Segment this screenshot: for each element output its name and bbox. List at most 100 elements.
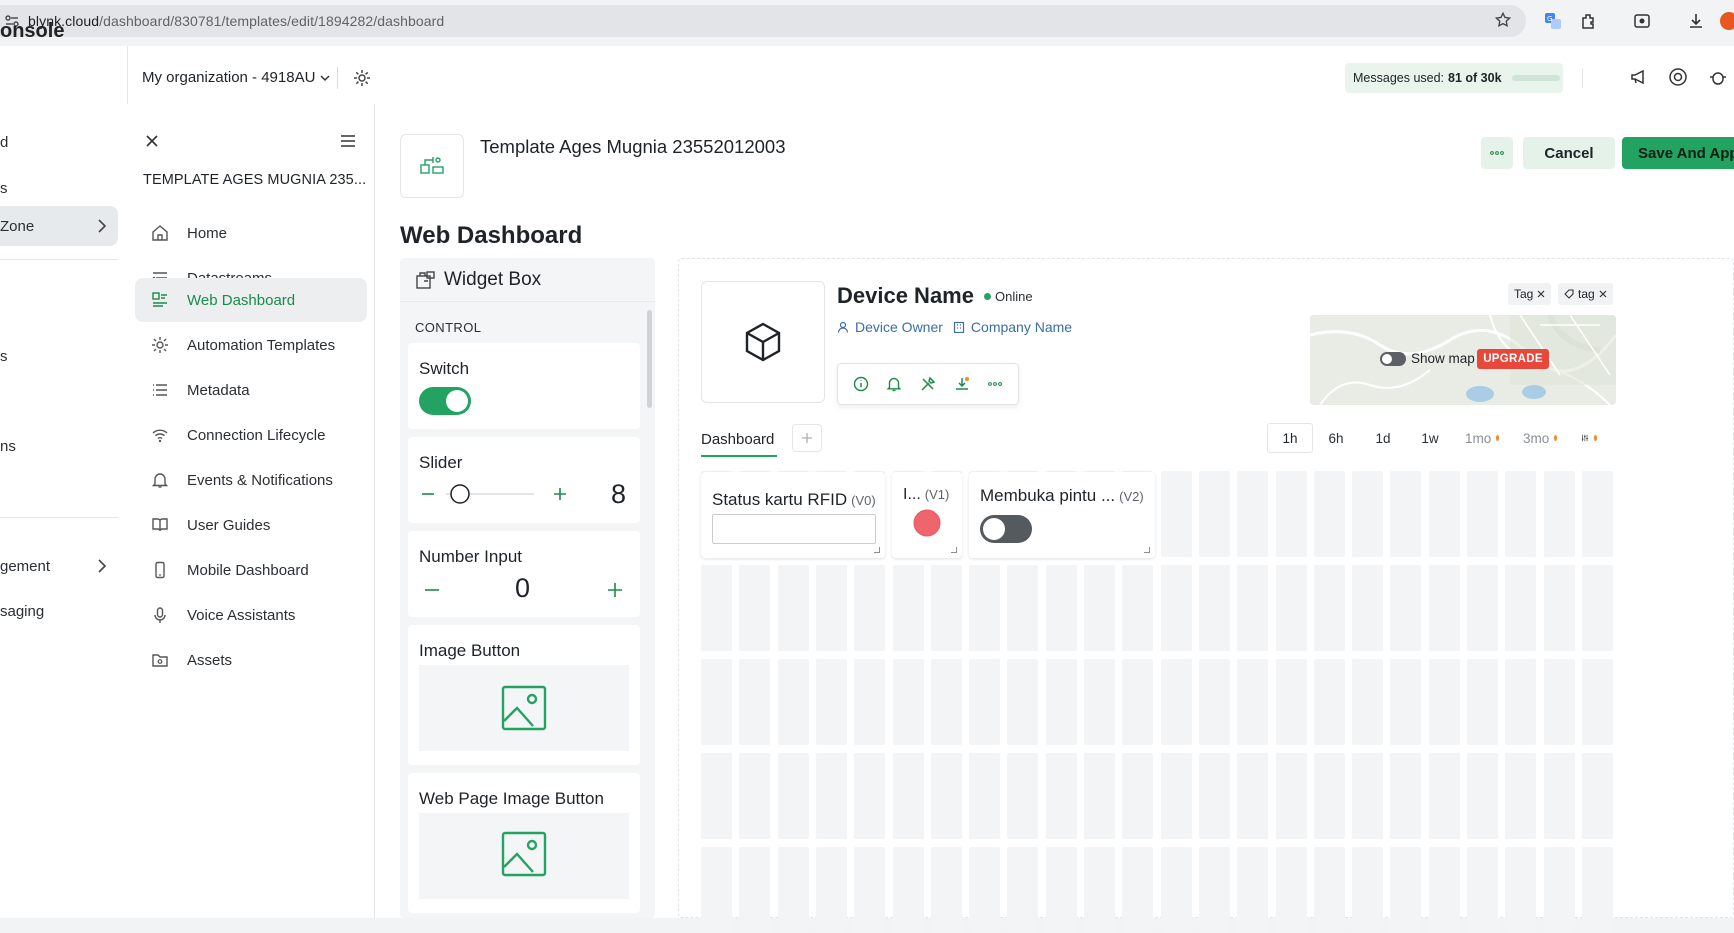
sidebar-item-user-guides[interactable]: User Guides: [135, 502, 367, 548]
map-preview: Show map UPGRADE: [1310, 315, 1616, 405]
sidebar-item-events-notifications[interactable]: Events & Notifications: [135, 457, 367, 503]
screen-capture-icon[interactable]: [1631, 10, 1653, 32]
main-nav-item[interactable]: s: [0, 180, 8, 197]
template-image[interactable]: [400, 134, 464, 198]
tools-icon[interactable]: [918, 374, 938, 394]
widget-pin: (V1): [924, 487, 950, 502]
sidebar-item-voice-assistants[interactable]: Voice Assistants: [135, 592, 367, 638]
page-title: Web Dashboard: [400, 222, 583, 249]
grid-cell: [1428, 471, 1460, 557]
range-1h[interactable]: 1h: [1267, 423, 1313, 453]
widget-box-scrollbar[interactable]: [647, 310, 652, 408]
grid-cell: [1313, 753, 1345, 839]
main-nav-item[interactable]: saging: [0, 603, 44, 620]
grid-cell: [1122, 565, 1154, 651]
main-nav-item[interactable]: d: [0, 134, 8, 151]
bug-icon[interactable]: [1708, 67, 1730, 89]
grid-cell: [1505, 659, 1537, 745]
organization-selector[interactable]: My organization - 4918AU: [142, 69, 331, 86]
info-icon[interactable]: [851, 374, 871, 394]
cancel-button[interactable]: Cancel: [1523, 137, 1615, 169]
bookmark-star-icon[interactable]: [1494, 11, 1512, 29]
widget-switch[interactable]: Switch: [408, 343, 640, 429]
widget-number-input[interactable]: Number Input 0: [408, 531, 640, 617]
sidebar-item-automation-templates[interactable]: Automation Templates: [135, 322, 367, 368]
grid-cell: [1198, 659, 1230, 745]
help-icon[interactable]: [1668, 67, 1690, 89]
resize-handle[interactable]: [1144, 547, 1150, 553]
user-icon: [837, 321, 849, 333]
translate-icon[interactable]: G: [1542, 10, 1564, 32]
range-1d[interactable]: 1d: [1359, 423, 1407, 453]
grid-cell: [1428, 847, 1460, 933]
main-nav-item-management[interactable]: gement: [0, 558, 118, 575]
widget-status-kartu-rfid[interactable]: Status kartu RFID (V0): [701, 472, 885, 558]
online-dot: [984, 293, 991, 300]
grid-cell: [815, 753, 847, 839]
add-tab-button[interactable]: [792, 424, 822, 452]
hamburger-menu-icon[interactable]: [340, 134, 356, 148]
save-and-apply-button[interactable]: Save And Appl: [1622, 137, 1734, 169]
grid-cell: [1352, 847, 1384, 933]
more-options-button[interactable]: [1481, 137, 1513, 169]
grid-cell: [854, 659, 886, 745]
widget-image-button[interactable]: Image Button: [408, 625, 640, 765]
bell-icon[interactable]: [884, 374, 904, 394]
more-dots-icon: [1490, 151, 1504, 155]
widget-web-page-image-button[interactable]: Web Page Image Button: [408, 773, 640, 913]
range-3mo[interactable]: 3mo: [1511, 423, 1569, 453]
minus-icon: [425, 589, 439, 591]
tab-dashboard[interactable]: Dashboard: [701, 431, 774, 448]
close-icon[interactable]: [145, 134, 159, 148]
address-bar[interactable]: blynk.cloud/dashboard/830781/templates/e…: [0, 5, 1526, 37]
grid-cell: [1543, 471, 1575, 557]
main-nav-item-zone[interactable]: Zone: [0, 206, 118, 246]
sidebar-item-mobile-dashboard[interactable]: Mobile Dashboard: [135, 547, 367, 593]
grid-cell: [1581, 565, 1613, 651]
show-map-toggle[interactable]: [1380, 352, 1406, 366]
download-icon[interactable]: [1685, 10, 1707, 32]
widget-membuka-pintu[interactable]: Membuka pintu ... (V2): [969, 472, 1155, 558]
megaphone-icon[interactable]: [1629, 67, 1651, 89]
close-icon[interactable]: [1537, 290, 1545, 298]
sidebar-item-connection-lifecycle[interactable]: Connection Lifecycle: [135, 412, 367, 458]
upgrade-badge[interactable]: UPGRADE: [1477, 349, 1549, 369]
messages-usage[interactable]: Messages used: 81 of 30k: [1345, 63, 1563, 93]
grid-cell: [1237, 565, 1269, 651]
gear-icon[interactable]: [352, 68, 372, 88]
main-nav-item[interactable]: ns: [0, 438, 16, 455]
main-nav-item[interactable]: s: [0, 348, 8, 365]
sidebar-item-home[interactable]: Home: [135, 210, 367, 256]
template-title: Template Ages Mugnia 23552012003: [480, 136, 786, 157]
extensions-icon[interactable]: [1578, 10, 1600, 32]
range-6h[interactable]: 6h: [1313, 423, 1359, 453]
range-1mo[interactable]: 1mo: [1453, 423, 1511, 453]
grid-cell: [1352, 471, 1384, 557]
widget-slider[interactable]: Slider 8: [408, 437, 640, 523]
resize-handle[interactable]: [874, 547, 880, 553]
profile-avatar-icon[interactable]: [1718, 10, 1734, 32]
company-name-link[interactable]: Company Name: [971, 319, 1072, 335]
device-image[interactable]: [701, 281, 825, 403]
sidebar-item-assets[interactable]: Assets: [135, 637, 367, 683]
tag-label: Tag: [1514, 287, 1534, 301]
device-owner-link[interactable]: Device Owner: [855, 319, 943, 335]
grid-cell: [1045, 753, 1077, 839]
close-icon[interactable]: [1599, 290, 1607, 298]
resize-handle[interactable]: [951, 547, 957, 553]
sidebar-item-label: Events & Notifications: [187, 471, 333, 489]
more-dots-icon[interactable]: [985, 374, 1005, 394]
grid-cell: [1045, 565, 1077, 651]
download-icon[interactable]: [952, 374, 972, 394]
grid-cell: [1084, 659, 1115, 745]
range-custom[interactable]: [1569, 423, 1609, 453]
sidebar-item-web-dashboard[interactable]: Web Dashboard: [135, 278, 367, 322]
sidebar-item-metadata[interactable]: Metadata: [135, 367, 367, 413]
tag-chip[interactable]: Tag: [1508, 283, 1552, 305]
range-1w[interactable]: 1w: [1407, 423, 1453, 453]
dashboard-canvas: Device Name Online Device Owner Company …: [678, 258, 1734, 933]
book-icon: [149, 514, 171, 536]
tag-chip[interactable]: tag: [1558, 283, 1613, 305]
grid-cell: [1390, 847, 1422, 933]
widget-led-v1[interactable]: I... (V1): [892, 472, 962, 558]
